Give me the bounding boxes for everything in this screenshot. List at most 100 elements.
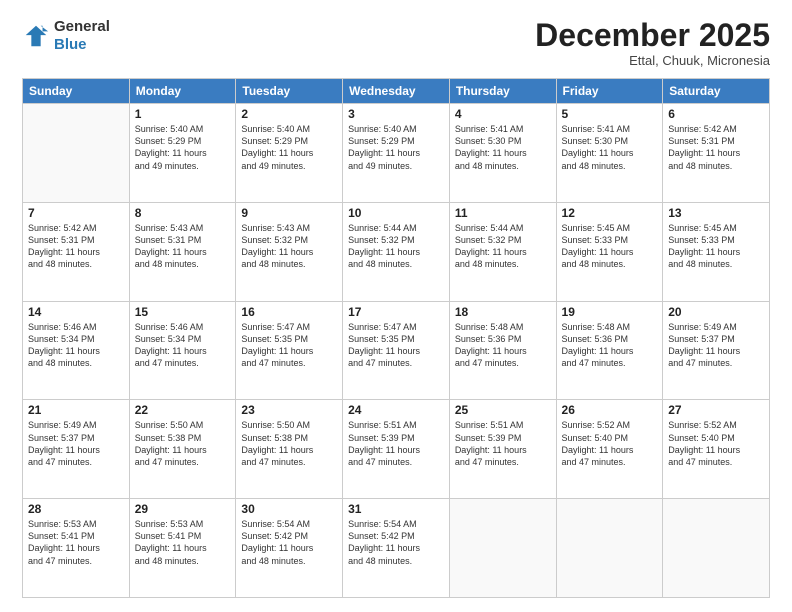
day-number: 10 bbox=[348, 206, 444, 220]
page: General Blue December 2025 Ettal, Chuuk,… bbox=[0, 0, 792, 612]
day-number: 21 bbox=[28, 403, 124, 417]
day-info: Sunrise: 5:50 AM Sunset: 5:38 PM Dayligh… bbox=[241, 419, 337, 468]
day-cell bbox=[449, 499, 556, 598]
day-info: Sunrise: 5:47 AM Sunset: 5:35 PM Dayligh… bbox=[241, 321, 337, 370]
day-number: 16 bbox=[241, 305, 337, 319]
logo-icon bbox=[22, 22, 50, 50]
day-number: 22 bbox=[135, 403, 231, 417]
day-number: 8 bbox=[135, 206, 231, 220]
day-number: 30 bbox=[241, 502, 337, 516]
day-info: Sunrise: 5:40 AM Sunset: 5:29 PM Dayligh… bbox=[348, 123, 444, 172]
day-number: 27 bbox=[668, 403, 764, 417]
day-info: Sunrise: 5:49 AM Sunset: 5:37 PM Dayligh… bbox=[668, 321, 764, 370]
logo: General Blue bbox=[22, 18, 110, 54]
day-number: 20 bbox=[668, 305, 764, 319]
col-header-tuesday: Tuesday bbox=[236, 79, 343, 104]
day-cell: 22 Sunrise: 5:50 AM Sunset: 5:38 PM Dayli… bbox=[129, 400, 236, 499]
month-title: December 2025 bbox=[535, 18, 770, 53]
day-cell: 26Sunrise: 5:52 AM Sunset: 5:40 PM Dayli… bbox=[556, 400, 663, 499]
day-cell: 27 Sunrise: 5:52 AM Sunset: 5:40 PM Dayli… bbox=[663, 400, 770, 499]
day-number: 19 bbox=[562, 305, 658, 319]
day-info: Sunrise: 5:53 AM Sunset: 5:41 PM Dayligh… bbox=[28, 518, 124, 567]
day-number: 11 bbox=[455, 206, 551, 220]
day-cell: 5 Sunrise: 5:41 AM Sunset: 5:30 PM Daylig… bbox=[556, 104, 663, 203]
day-info: Sunrise: 5:43 AM Sunset: 5:32 PM Dayligh… bbox=[241, 222, 337, 271]
day-cell: 2 Sunrise: 5:40 AM Sunset: 5:29 PM Daylig… bbox=[236, 104, 343, 203]
day-info: Sunrise: 5:53 AM Sunset: 5:41 PM Dayligh… bbox=[135, 518, 231, 567]
location: Ettal, Chuuk, Micronesia bbox=[535, 53, 770, 68]
day-info: Sunrise: 5:48 AM Sunset: 5:36 PM Dayligh… bbox=[455, 321, 551, 370]
day-number: 25 bbox=[455, 403, 551, 417]
day-cell: 3 Sunrise: 5:40 AM Sunset: 5:29 PM Daylig… bbox=[343, 104, 450, 203]
day-number: 7 bbox=[28, 206, 124, 220]
day-number: 14 bbox=[28, 305, 124, 319]
day-cell: 1 Sunrise: 5:40 AM Sunset: 5:29 PM Daylig… bbox=[129, 104, 236, 203]
day-number: 31 bbox=[348, 502, 444, 516]
day-info: Sunrise: 5:42 AM Sunset: 5:31 PM Dayligh… bbox=[28, 222, 124, 271]
col-header-wednesday: Wednesday bbox=[343, 79, 450, 104]
calendar-header-row: SundayMondayTuesdayWednesdayThursdayFrid… bbox=[23, 79, 770, 104]
day-cell: 11 Sunrise: 5:44 AM Sunset: 5:32 PM Dayli… bbox=[449, 202, 556, 301]
day-info: Sunrise: 5:54 AM Sunset: 5:42 PM Dayligh… bbox=[348, 518, 444, 567]
day-number: 18 bbox=[455, 305, 551, 319]
day-cell bbox=[556, 499, 663, 598]
week-row-3: 21Sunrise: 5:49 AM Sunset: 5:37 PM Dayli… bbox=[23, 400, 770, 499]
week-row-1: 7 Sunrise: 5:42 AM Sunset: 5:31 PM Daylig… bbox=[23, 202, 770, 301]
header: General Blue December 2025 Ettal, Chuuk,… bbox=[22, 18, 770, 68]
day-cell: 18 Sunrise: 5:48 AM Sunset: 5:36 PM Dayli… bbox=[449, 301, 556, 400]
day-cell: 14 Sunrise: 5:46 AM Sunset: 5:34 PM Dayli… bbox=[23, 301, 130, 400]
day-cell: 28 Sunrise: 5:53 AM Sunset: 5:41 PM Dayli… bbox=[23, 499, 130, 598]
day-number: 29 bbox=[135, 502, 231, 516]
day-cell: 4 Sunrise: 5:41 AM Sunset: 5:30 PM Daylig… bbox=[449, 104, 556, 203]
day-info: Sunrise: 5:40 AM Sunset: 5:29 PM Dayligh… bbox=[241, 123, 337, 172]
day-number: 2 bbox=[241, 107, 337, 121]
day-number: 1 bbox=[135, 107, 231, 121]
day-cell: 13Sunrise: 5:45 AM Sunset: 5:33 PM Dayli… bbox=[663, 202, 770, 301]
col-header-thursday: Thursday bbox=[449, 79, 556, 104]
day-info: Sunrise: 5:50 AM Sunset: 5:38 PM Dayligh… bbox=[135, 419, 231, 468]
week-row-2: 14 Sunrise: 5:46 AM Sunset: 5:34 PM Dayli… bbox=[23, 301, 770, 400]
day-info: Sunrise: 5:48 AM Sunset: 5:36 PM Dayligh… bbox=[562, 321, 658, 370]
logo-general: General bbox=[54, 18, 110, 36]
day-info: Sunrise: 5:54 AM Sunset: 5:42 PM Dayligh… bbox=[241, 518, 337, 567]
day-number: 9 bbox=[241, 206, 337, 220]
day-info: Sunrise: 5:51 AM Sunset: 5:39 PM Dayligh… bbox=[455, 419, 551, 468]
day-info: Sunrise: 5:51 AM Sunset: 5:39 PM Dayligh… bbox=[348, 419, 444, 468]
day-cell: 10Sunrise: 5:44 AM Sunset: 5:32 PM Dayli… bbox=[343, 202, 450, 301]
day-cell: 30 Sunrise: 5:54 AM Sunset: 5:42 PM Dayli… bbox=[236, 499, 343, 598]
day-info: Sunrise: 5:44 AM Sunset: 5:32 PM Dayligh… bbox=[455, 222, 551, 271]
day-info: Sunrise: 5:40 AM Sunset: 5:29 PM Dayligh… bbox=[135, 123, 231, 172]
day-number: 6 bbox=[668, 107, 764, 121]
day-cell: 25 Sunrise: 5:51 AM Sunset: 5:39 PM Dayli… bbox=[449, 400, 556, 499]
col-header-monday: Monday bbox=[129, 79, 236, 104]
col-header-sunday: Sunday bbox=[23, 79, 130, 104]
day-info: Sunrise: 5:42 AM Sunset: 5:31 PM Dayligh… bbox=[668, 123, 764, 172]
day-number: 5 bbox=[562, 107, 658, 121]
day-number: 13 bbox=[668, 206, 764, 220]
day-cell: 6 Sunrise: 5:42 AM Sunset: 5:31 PM Daylig… bbox=[663, 104, 770, 203]
day-cell: 12Sunrise: 5:45 AM Sunset: 5:33 PM Dayli… bbox=[556, 202, 663, 301]
day-info: Sunrise: 5:47 AM Sunset: 5:35 PM Dayligh… bbox=[348, 321, 444, 370]
day-info: Sunrise: 5:46 AM Sunset: 5:34 PM Dayligh… bbox=[28, 321, 124, 370]
day-cell: 21Sunrise: 5:49 AM Sunset: 5:37 PM Dayli… bbox=[23, 400, 130, 499]
day-number: 26 bbox=[562, 403, 658, 417]
day-cell bbox=[663, 499, 770, 598]
calendar: SundayMondayTuesdayWednesdayThursdayFrid… bbox=[22, 78, 770, 598]
day-cell: 19 Sunrise: 5:48 AM Sunset: 5:36 PM Dayli… bbox=[556, 301, 663, 400]
day-cell: 20 Sunrise: 5:49 AM Sunset: 5:37 PM Dayli… bbox=[663, 301, 770, 400]
day-cell: 23Sunrise: 5:50 AM Sunset: 5:38 PM Dayli… bbox=[236, 400, 343, 499]
day-info: Sunrise: 5:41 AM Sunset: 5:30 PM Dayligh… bbox=[455, 123, 551, 172]
day-number: 3 bbox=[348, 107, 444, 121]
day-number: 15 bbox=[135, 305, 231, 319]
day-number: 28 bbox=[28, 502, 124, 516]
day-cell: 31 Sunrise: 5:54 AM Sunset: 5:42 PM Dayli… bbox=[343, 499, 450, 598]
day-number: 4 bbox=[455, 107, 551, 121]
day-number: 17 bbox=[348, 305, 444, 319]
logo-blue: Blue bbox=[54, 36, 110, 54]
day-info: Sunrise: 5:41 AM Sunset: 5:30 PM Dayligh… bbox=[562, 123, 658, 172]
day-cell bbox=[23, 104, 130, 203]
day-cell: 7 Sunrise: 5:42 AM Sunset: 5:31 PM Daylig… bbox=[23, 202, 130, 301]
day-info: Sunrise: 5:46 AM Sunset: 5:34 PM Dayligh… bbox=[135, 321, 231, 370]
day-info: Sunrise: 5:52 AM Sunset: 5:40 PM Dayligh… bbox=[668, 419, 764, 468]
day-info: Sunrise: 5:43 AM Sunset: 5:31 PM Dayligh… bbox=[135, 222, 231, 271]
